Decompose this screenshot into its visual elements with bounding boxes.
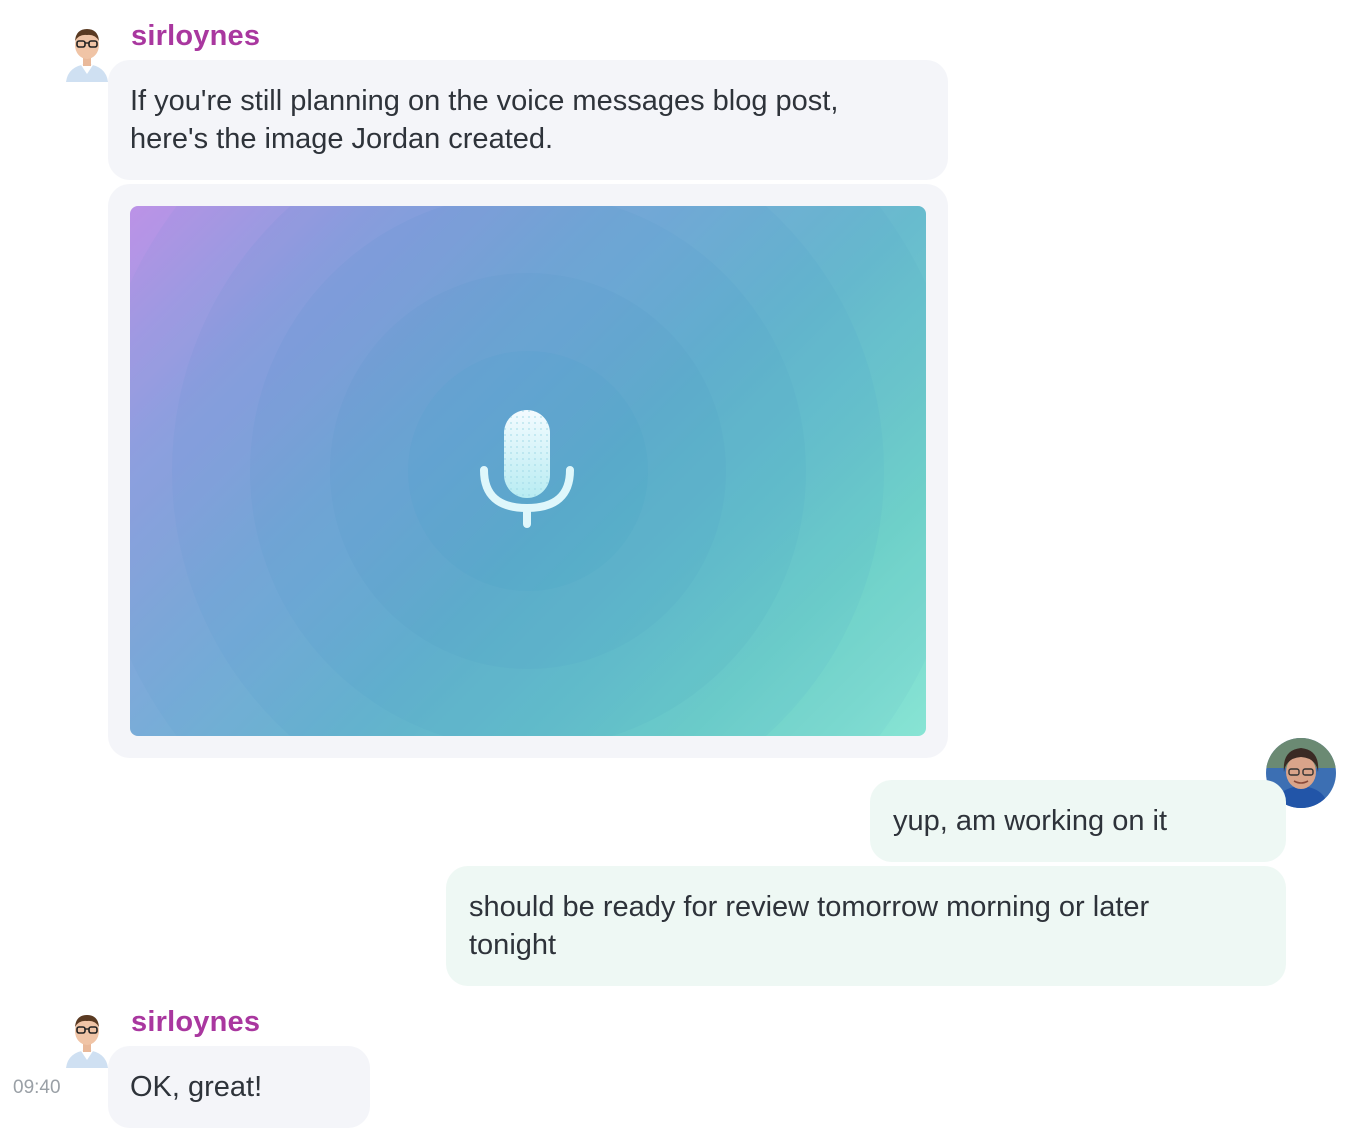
avatar-sirloynes[interactable] — [62, 24, 112, 82]
chat-view: { "messages": [ { "sender": "sirloynes",… — [0, 0, 1358, 1146]
attachment-image[interactable] — [130, 206, 926, 736]
message-text: If you're still planning on the voice me… — [130, 85, 839, 155]
avatar-sirloynes[interactable] — [62, 1010, 112, 1068]
image-attachment-bubble[interactable] — [108, 184, 948, 758]
message-timestamp: 09:40 — [13, 1077, 61, 1098]
avatar-image — [66, 1015, 108, 1068]
microphone-icon — [478, 408, 578, 535]
sender-name[interactable]: sirloynes — [131, 1006, 260, 1039]
sender-name[interactable]: sirloynes — [131, 20, 260, 53]
message-text: yup, am working on it — [893, 805, 1168, 837]
message-bubble[interactable]: If you're still planning on the voice me… — [108, 60, 948, 180]
message-bubble[interactable]: OK, great! — [108, 1046, 370, 1128]
message-text: OK, great! — [130, 1071, 263, 1103]
message-text: should be ready for review tomorrow morn… — [469, 891, 1150, 961]
avatar-image — [66, 29, 108, 82]
message-bubble-outgoing[interactable]: yup, am working on it — [870, 780, 1286, 862]
message-bubble-outgoing[interactable]: should be ready for review tomorrow morn… — [446, 866, 1286, 986]
